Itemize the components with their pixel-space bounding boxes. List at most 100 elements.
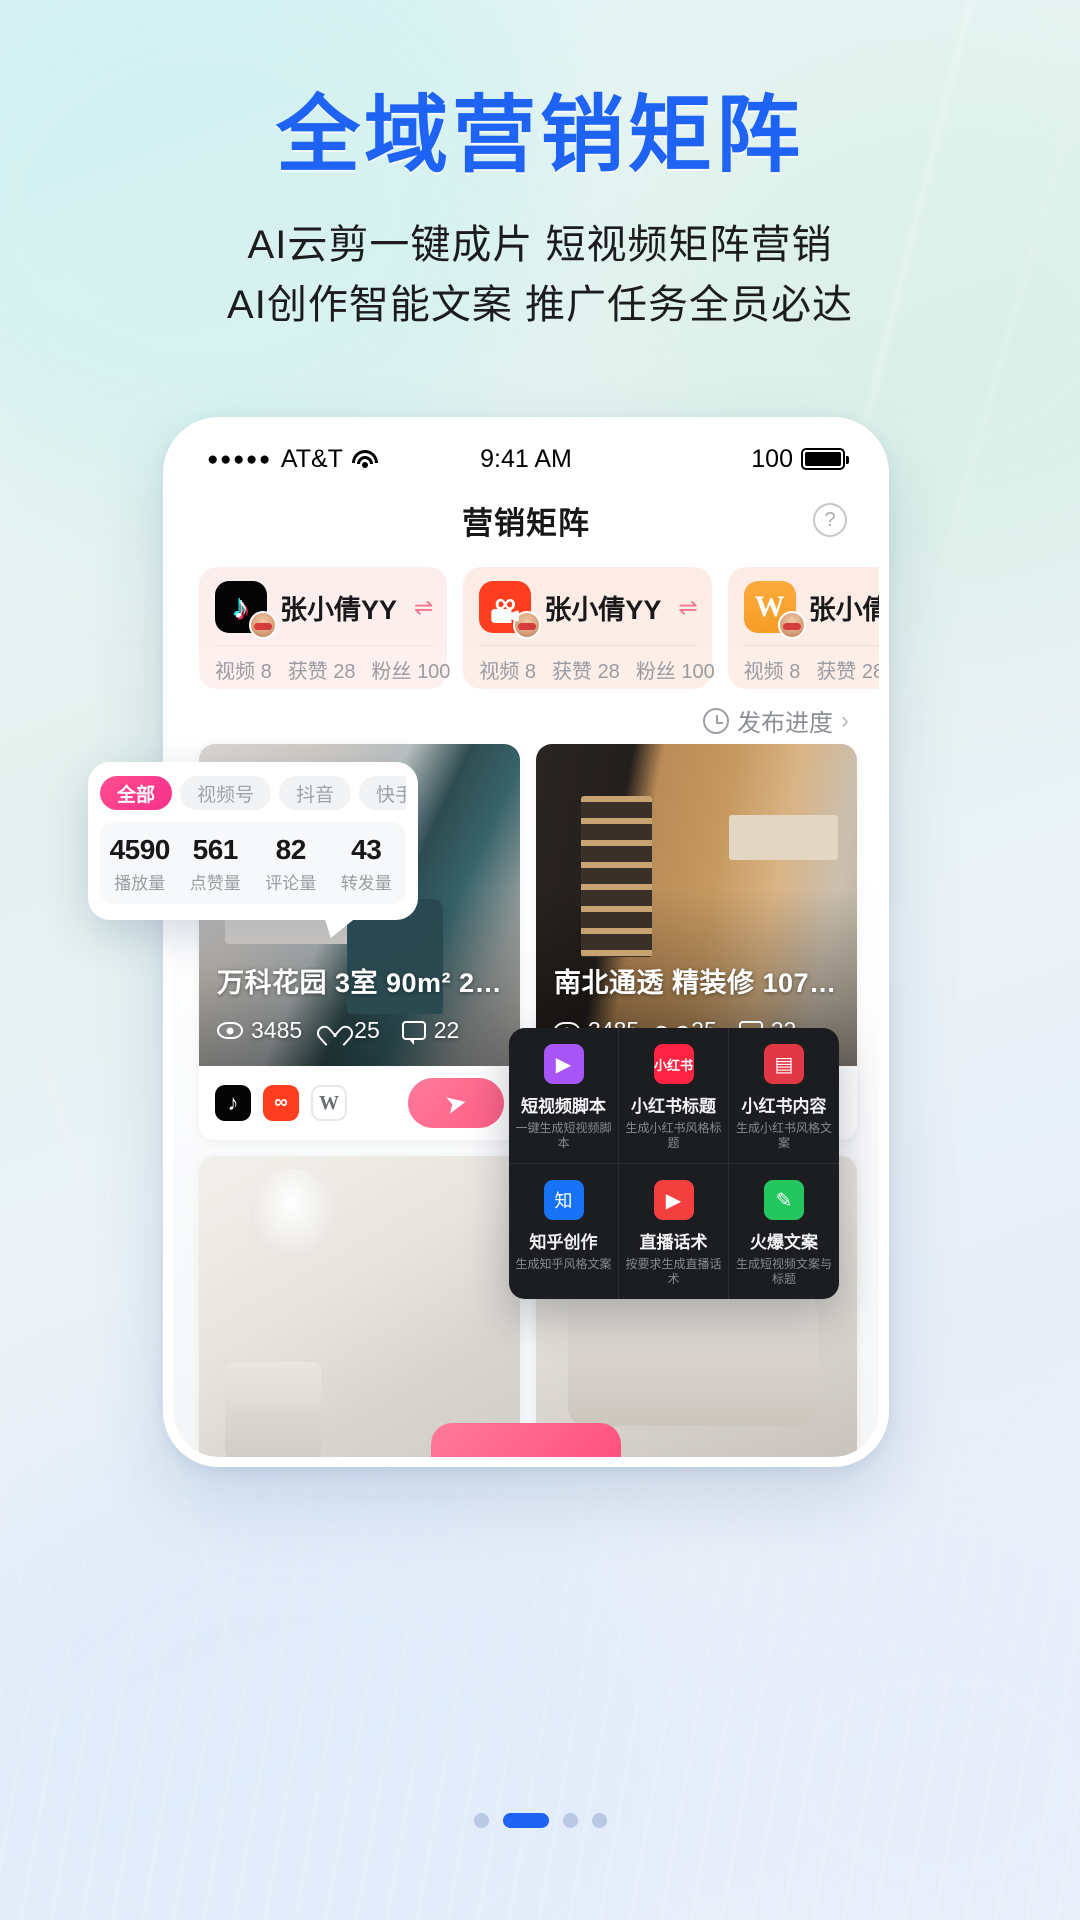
account-cards-row[interactable]: 张小倩YY ⇌ 视频 8 获赞 28 粉丝 100 张小倩YY ⇌ bbox=[173, 555, 879, 689]
metric-value: 4590 bbox=[109, 834, 171, 865]
card-footer: ➤ bbox=[199, 1066, 520, 1140]
publish-progress-label: 发布进度 bbox=[737, 710, 833, 737]
weixin-channels-icon[interactable] bbox=[311, 1085, 347, 1121]
ai-tool-xhs-title[interactable]: 小红书 小红书标题 生成小红书风格标题 bbox=[619, 1028, 729, 1164]
ai-tool-title: 小红书内容 bbox=[741, 1097, 827, 1116]
signal-dots-icon: ●●●●● bbox=[207, 448, 272, 470]
phone-mockup: ●●●●● AT&T 9:41 AM 100 营销矩阵 ? 张小倩YY ⇌ bbox=[163, 417, 889, 1467]
filter-chip-channels[interactable]: 视频号 bbox=[180, 776, 272, 810]
ai-tools-panel: ▶ 短视频脚本 一键生成短视频脚本 小红书 小红书标题 生成小红书风格标题 ▤ … bbox=[509, 1028, 839, 1299]
metric-likes: 561 点赞量 bbox=[178, 834, 254, 894]
carousel-dot[interactable] bbox=[591, 1813, 607, 1828]
metric-shares: 43 转发量 bbox=[329, 834, 405, 894]
hero-section: 全域营销矩阵 AI云剪一键成片 短视频矩阵营销 AI创作智能文案 推广任务全员必… bbox=[0, 0, 1080, 335]
metric-value: 561 bbox=[192, 834, 239, 865]
ai-tool-live-script[interactable]: ▶ 直播话术 按要求生成直播话术 bbox=[619, 1164, 729, 1299]
comment-count: 22 bbox=[433, 1017, 460, 1043]
create-button[interactable] bbox=[431, 1423, 621, 1457]
ai-tool-desc: 生成小红书风格标题 bbox=[625, 1121, 722, 1150]
ai-tool-desc: 生成知乎风格文案 bbox=[515, 1257, 612, 1271]
listing-photo bbox=[199, 1156, 520, 1457]
listing-title: 南北通透 精装修 107平... bbox=[554, 968, 843, 998]
douyin-icon bbox=[215, 581, 277, 639]
page-title: 全域营销矩阵 bbox=[275, 88, 804, 182]
card-image bbox=[199, 1156, 520, 1457]
stat-likes: 获赞 28 bbox=[816, 661, 879, 683]
stat-fans: 粉丝 100 bbox=[371, 661, 451, 683]
status-bar: ●●●●● AT&T 9:41 AM 100 bbox=[173, 427, 879, 485]
ai-tool-title: 小红书标题 bbox=[631, 1097, 716, 1116]
stat-likes: 获赞 28 bbox=[552, 661, 620, 683]
view-count: 3485 bbox=[251, 1017, 303, 1043]
swap-arrows-icon[interactable]: ⇌ bbox=[414, 594, 433, 621]
metric-label: 播放量 bbox=[114, 874, 166, 893]
metric-label: 转发量 bbox=[340, 874, 392, 893]
ai-tool-desc: 按要求生成直播话术 bbox=[625, 1257, 722, 1286]
divider bbox=[479, 645, 696, 646]
question-mark-icon[interactable]: ? bbox=[813, 503, 847, 537]
metric-value: 43 bbox=[351, 834, 382, 865]
filter-chip-all[interactable]: 全部 bbox=[100, 776, 173, 810]
zhihu-book-icon: 知 bbox=[543, 1180, 584, 1220]
phone-screen: ●●●●● AT&T 9:41 AM 100 营销矩阵 ? 张小倩YY ⇌ bbox=[173, 427, 879, 1457]
metric-comments: 82 评论量 bbox=[253, 834, 329, 894]
account-card-douyin[interactable]: 张小倩YY ⇌ 视频 8 获赞 28 粉丝 100 bbox=[199, 567, 450, 689]
carousel-dot[interactable] bbox=[473, 1813, 489, 1828]
filter-chip-kuaishou[interactable]: 快手 bbox=[359, 776, 406, 810]
avatar bbox=[777, 611, 806, 639]
stat-videos: 视频 8 bbox=[743, 661, 801, 683]
ai-tool-short-video-script[interactable]: ▶ 短视频脚本 一键生成短视频脚本 bbox=[509, 1028, 619, 1164]
ai-tool-xhs-content[interactable]: ▤ 小红书内容 生成小红书风格文案 bbox=[729, 1028, 839, 1164]
carousel-dots[interactable] bbox=[0, 1813, 1080, 1828]
hero-subtitle-line-1: AI云剪一键成片 短视频矩阵营销 bbox=[247, 223, 833, 267]
account-name: 张小倩YY bbox=[280, 594, 398, 625]
avatar bbox=[249, 611, 277, 639]
ai-tool-hot-copy[interactable]: ✎ 火爆文案 生成短视频文案与标题 bbox=[729, 1164, 839, 1299]
ai-tool-title: 直播话术 bbox=[639, 1233, 708, 1252]
app-navbar: 营销矩阵 ? bbox=[173, 485, 879, 555]
ai-tool-title: 知乎创作 bbox=[529, 1233, 598, 1252]
kuaishou-icon[interactable] bbox=[263, 1085, 299, 1121]
carousel-dot[interactable] bbox=[562, 1813, 578, 1828]
app-title: 营销矩阵 bbox=[462, 505, 590, 541]
like-count: 25 bbox=[354, 1017, 380, 1043]
stat-videos: 视频 8 bbox=[215, 661, 272, 683]
xiaohongshu-icon: 小红书 bbox=[653, 1044, 694, 1084]
hero-subtitle-line-2: AI创作智能文案 推广任务全员必达 bbox=[227, 283, 853, 327]
metric-plays: 4590 播放量 bbox=[102, 834, 178, 894]
publish-progress-link[interactable]: 发布进度 › bbox=[173, 689, 879, 744]
battery-percent: 100 bbox=[751, 444, 793, 473]
metric-label: 评论量 bbox=[265, 874, 317, 893]
ai-tool-desc: 一键生成短视频脚本 bbox=[515, 1121, 612, 1150]
carrier-label: AT&T bbox=[280, 444, 343, 473]
divider bbox=[743, 645, 879, 646]
account-name: 张小倩YY bbox=[544, 594, 662, 625]
listing-title: 万科花园 3室 90m² 250万 bbox=[217, 968, 506, 998]
battery-icon bbox=[801, 448, 849, 470]
ai-tool-desc: 生成短视频文案与标题 bbox=[735, 1257, 832, 1286]
ai-tool-title: 短视频脚本 bbox=[521, 1097, 606, 1116]
filter-chip-douyin[interactable]: 抖音 bbox=[279, 776, 352, 810]
ai-tool-zhihu[interactable]: 知 知乎创作 生成知乎风格文案 bbox=[509, 1164, 619, 1299]
carousel-dot-active[interactable] bbox=[502, 1813, 549, 1828]
heart-icon bbox=[324, 1021, 346, 1041]
platform-filter-tabs[interactable]: 全部 视频号 抖音 快手 小红书 bbox=[100, 776, 406, 810]
stats-popover: 全部 视频号 抖音 快手 小红书 4590 播放量 561 点赞量 82 评论量… bbox=[88, 762, 418, 920]
swap-arrows-icon[interactable]: ⇌ bbox=[678, 594, 697, 621]
metric-value: 82 bbox=[275, 834, 307, 865]
avatar bbox=[513, 611, 542, 639]
live-tv-icon: ▶ bbox=[653, 1180, 694, 1220]
account-card-kuaishou[interactable]: 张小倩YY ⇌ 视频 8 获赞 28 粉丝 100 bbox=[463, 567, 715, 689]
account-card-weixin-channels[interactable]: 张小倩YY ⇌ 视频 8 获赞 28 粉丝 100 bbox=[727, 567, 879, 689]
clock-refresh-icon bbox=[703, 707, 729, 734]
douyin-icon[interactable] bbox=[215, 1085, 251, 1121]
weixin-channels-icon bbox=[743, 581, 806, 639]
send-paper-plane-icon[interactable]: ➤ bbox=[408, 1078, 504, 1128]
feed-card[interactable] bbox=[199, 1156, 520, 1457]
account-name: 张小倩YY bbox=[808, 594, 879, 625]
comment-icon bbox=[401, 1021, 426, 1045]
ai-tool-title: 火爆文案 bbox=[750, 1233, 818, 1252]
kuaishou-icon bbox=[479, 581, 542, 639]
card-image: 南北通透 精装修 107平... 3485 25 22 bbox=[536, 744, 857, 1066]
chevron-right-icon: › bbox=[841, 706, 849, 734]
